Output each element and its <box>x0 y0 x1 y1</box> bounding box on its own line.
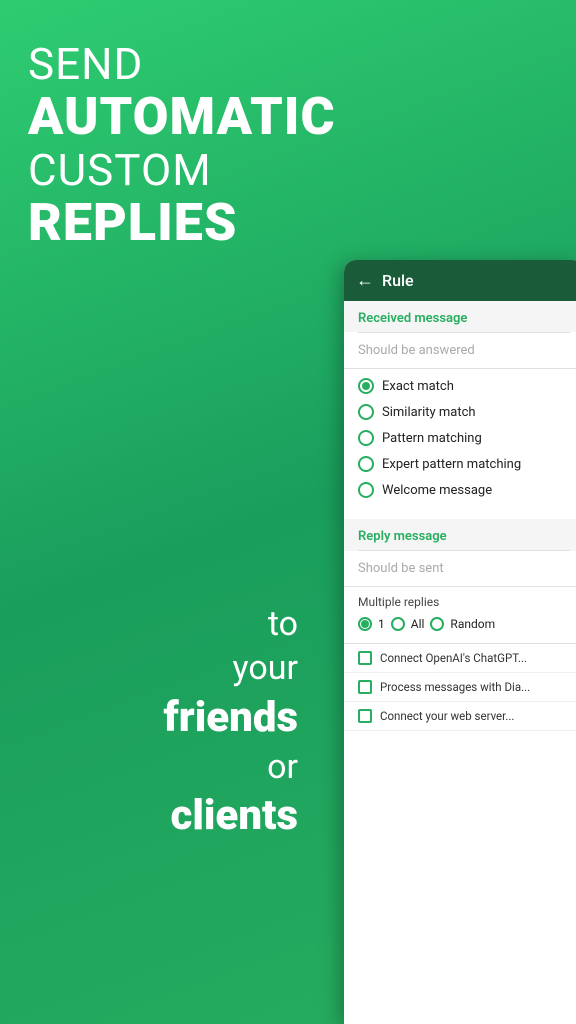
mr-radio-label-1: All <box>411 617 425 631</box>
radio-label-0: Exact match <box>382 379 454 394</box>
checkbox-item-0[interactable]: Connect OpenAI's ChatGPT... <box>344 644 576 673</box>
radio-group: Exact match Similarity match Pattern match… <box>344 369 576 511</box>
checkbox-box-2 <box>358 709 372 723</box>
mr-radio-circle-0[interactable] <box>358 617 372 631</box>
checkbox-label-2: Connect your web server... <box>380 709 514 723</box>
phone-mockup: ← Rule Received message Should be answer… <box>344 260 576 1024</box>
app-container: SEND AUTOMATIC CUSTOM REPLIES to your fr… <box>0 0 576 1024</box>
checkbox-label-1: Process messages with Dia... <box>380 680 530 694</box>
checkbox-section: Connect OpenAI's ChatGPT... Process messa… <box>344 643 576 731</box>
mr-radio-circle-2[interactable] <box>430 617 444 631</box>
received-input[interactable]: Should be answered <box>344 333 576 369</box>
multiple-replies-label: Multiple replies <box>344 587 576 613</box>
radio-circle-1 <box>358 404 374 420</box>
radio-item-2[interactable]: Pattern matching <box>344 425 576 451</box>
multiple-replies-options: 1 All Random <box>344 613 576 639</box>
received-section-label: Received message <box>344 301 576 332</box>
radio-label-3: Expert pattern matching <box>382 457 521 472</box>
radio-item-1[interactable]: Similarity match <box>344 399 576 425</box>
bottom-or: or <box>28 745 298 789</box>
bottom-text: to your friends or clients <box>28 602 298 844</box>
back-button[interactable]: ← <box>356 270 374 291</box>
radio-label-4: Welcome message <box>382 483 492 498</box>
hero-send: SEND <box>28 40 318 88</box>
topbar-title: Rule <box>382 271 414 290</box>
checkbox-label-0: Connect OpenAI's ChatGPT... <box>380 651 527 665</box>
checkbox-item-1[interactable]: Process messages with Dia... <box>344 673 576 702</box>
radio-item-4[interactable]: Welcome message <box>344 477 576 503</box>
radio-circle-4 <box>358 482 374 498</box>
mr-radio-circle-1[interactable] <box>391 617 405 631</box>
reply-input[interactable]: Should be sent <box>344 551 576 587</box>
radio-label-2: Pattern matching <box>382 431 482 446</box>
bottom-friends: friends <box>28 691 298 746</box>
mr-radio-label-2: Random <box>450 617 495 631</box>
topbar: ← Rule <box>344 260 576 301</box>
bottom-clients: clients <box>28 789 298 844</box>
radio-circle-0 <box>358 378 374 394</box>
radio-circle-3 <box>358 456 374 472</box>
radio-item-0[interactable]: Exact match <box>344 373 576 399</box>
hero-custom: CUSTOM <box>28 146 318 194</box>
radio-item-3[interactable]: Expert pattern matching <box>344 451 576 477</box>
bottom-to: to your <box>28 602 298 690</box>
radio-label-1: Similarity match <box>382 405 476 420</box>
hero-text: SEND AUTOMATIC CUSTOM REPLIES <box>28 40 318 251</box>
reply-section-label: Reply message <box>344 519 576 550</box>
checkbox-item-2[interactable]: Connect your web server... <box>344 702 576 731</box>
hero-automatic: AUTOMATIC <box>28 88 318 145</box>
radio-circle-2 <box>358 430 374 446</box>
checkbox-box-0 <box>358 651 372 665</box>
checkbox-box-1 <box>358 680 372 694</box>
reply-section: Reply message Should be sent <box>344 519 576 587</box>
hero-replies: REPLIES <box>28 194 318 251</box>
mr-radio-label-0: 1 <box>378 617 385 631</box>
